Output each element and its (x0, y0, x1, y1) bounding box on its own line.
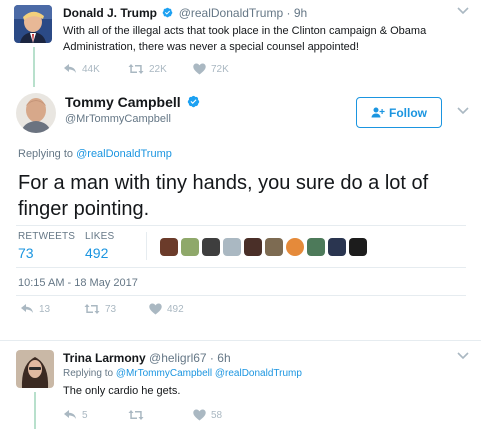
liker-avatar[interactable] (244, 238, 262, 256)
replying-to-label: Replying to (18, 148, 74, 160)
liker-avatar[interactable] (349, 238, 367, 256)
tweet1-reply-count: 44K (82, 63, 100, 75)
avatar-tommy-campbell[interactable] (16, 93, 56, 133)
liker-avatar[interactable] (202, 238, 220, 256)
tweet3-author-name[interactable]: Trina Larmony (63, 351, 146, 365)
stats-separator (146, 232, 147, 260)
retweet-button[interactable] (128, 409, 149, 421)
tweet3-like-count: 58 (211, 409, 223, 421)
reply-button[interactable]: 44K (63, 63, 100, 75)
liker-avatar[interactable] (181, 238, 199, 256)
tweet2-reply-count: 13 (39, 303, 51, 315)
divider (16, 295, 466, 296)
liker-avatar[interactable] (328, 238, 346, 256)
tweet3-header: Trina Larmony @heligrl67 · 6h (63, 351, 231, 365)
follow-person-icon (371, 107, 385, 118)
tweet2-handle[interactable]: @MrTommyCampbell (65, 113, 171, 125)
chevron-down-icon[interactable] (457, 106, 471, 120)
like-button[interactable]: 72K (193, 63, 229, 75)
retweets-stat[interactable]: RETWEETS 73 (18, 231, 75, 261)
follow-button-label: Follow (389, 105, 427, 120)
reply-icon (64, 410, 76, 419)
liker-avatar[interactable] (307, 238, 325, 256)
tweet2-header: Tommy Campbell (65, 94, 200, 111)
retweet-icon (128, 410, 144, 420)
tweet3-handle[interactable]: @heligrl67 (149, 351, 207, 365)
liker-avatar[interactable] (265, 238, 283, 256)
reply-button[interactable]: 13 (20, 303, 50, 315)
replying-to-link[interactable]: @realDonaldTrump (76, 148, 172, 160)
retweets-stat-value: 73 (18, 245, 34, 261)
likes-stat[interactable]: LIKES 492 (85, 231, 114, 261)
tweet1-author-name[interactable]: Donald J. Trump (63, 6, 157, 20)
heart-icon (149, 303, 162, 315)
retweets-stat-label: RETWEETS (18, 231, 76, 242)
reply-button[interactable]: 5 (63, 409, 88, 421)
chevron-down-icon[interactable] (457, 351, 471, 365)
like-button[interactable]: 492 (149, 303, 184, 315)
avatar-donald-trump[interactable] (14, 5, 52, 43)
tweet1-header: Donald J. Trump @realDonaldTrump · 9h (63, 6, 307, 21)
verified-icon (162, 7, 173, 21)
tweet1-handle[interactable]: @realDonaldTrump (179, 6, 283, 20)
likes-stat-label: LIKES (85, 231, 115, 242)
liker-avatars (160, 238, 370, 258)
tweet2-retweet-count: 73 (105, 303, 117, 315)
avatar-trina-larmony[interactable] (16, 350, 54, 388)
likes-stat-value: 492 (85, 245, 109, 261)
tweet1-time[interactable]: 9h (294, 6, 307, 20)
heart-icon (193, 63, 206, 75)
like-button[interactable]: 58 (193, 409, 222, 421)
separator-dot: · (286, 6, 294, 20)
retweet-button[interactable]: 22K (128, 63, 167, 75)
follow-button[interactable]: Follow (356, 97, 442, 128)
replying-to-link[interactable]: @MrTommyCampbell @realDonaldTrump (116, 368, 302, 379)
tweet2-author-name[interactable]: Tommy Campbell (65, 94, 181, 110)
heart-icon (193, 409, 206, 421)
tweet2-like-count: 492 (167, 303, 184, 315)
tweet3-reply-count: 5 (82, 409, 88, 421)
retweet-button[interactable]: 73 (84, 303, 116, 315)
tweet2-timestamp[interactable]: 10:15 AM - 18 May 2017 (18, 277, 138, 289)
reply-icon (21, 304, 33, 313)
reply-icon (64, 64, 76, 73)
verified-icon (187, 95, 200, 111)
tweet3-text: The only cardio he gets. (63, 385, 181, 397)
liker-avatar[interactable] (223, 238, 241, 256)
tweet3-time[interactable]: 6h (217, 351, 230, 365)
tweet3-replying-to: Replying to @MrTommyCampbell @realDonald… (63, 368, 302, 379)
thread-line (34, 392, 36, 429)
tweet2-text: For a man with tiny hands, you sure do a… (18, 172, 429, 220)
replying-to-label: Replying to (63, 368, 114, 379)
divider (16, 225, 466, 226)
divider (0, 340, 481, 341)
liker-avatar[interactable] (160, 238, 178, 256)
chevron-down-icon[interactable] (457, 6, 471, 20)
tweet1-retweet-count: 22K (149, 63, 167, 75)
retweet-icon (128, 64, 144, 74)
tweet2-replying-to: Replying to @realDonaldTrump (18, 148, 172, 160)
divider (16, 267, 466, 268)
retweet-icon (84, 304, 100, 314)
tweet1-like-count: 72K (211, 63, 229, 75)
thread-line (33, 47, 35, 87)
tweet1-text: With all of the illegal acts that took p… (63, 25, 427, 53)
liker-avatar[interactable] (286, 238, 304, 256)
